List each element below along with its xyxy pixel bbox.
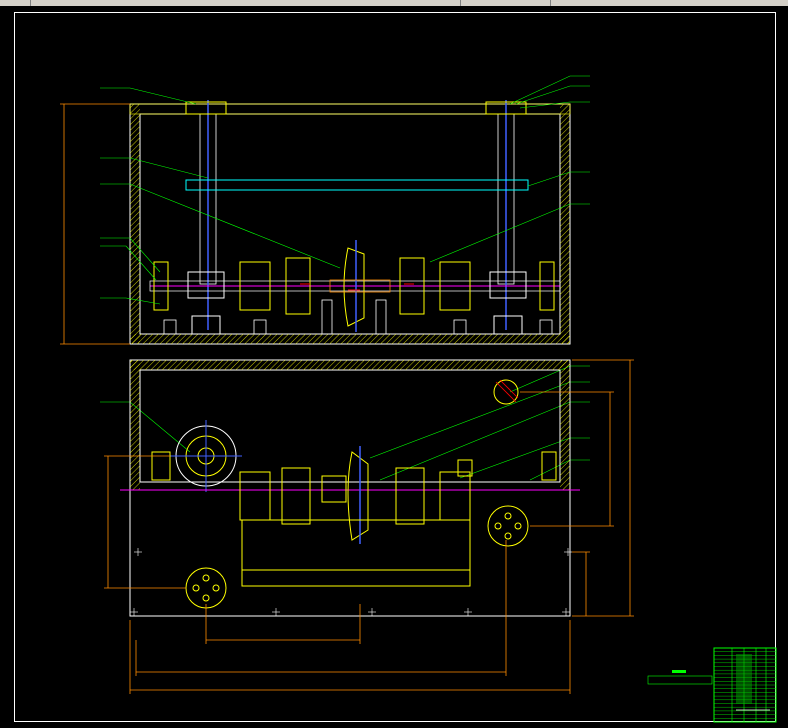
motor-pulley bbox=[170, 420, 242, 492]
wall-hatch bbox=[560, 360, 570, 490]
sub-frame bbox=[241, 519, 471, 587]
worm-gear-top bbox=[347, 446, 369, 544]
dimension-lines bbox=[104, 359, 634, 694]
red-markers bbox=[300, 283, 414, 291]
leader-lines-right bbox=[369, 75, 590, 481]
top-view bbox=[104, 359, 634, 694]
wall-hatch bbox=[130, 360, 570, 370]
title-block bbox=[647, 647, 777, 723]
notes-box bbox=[647, 675, 713, 685]
gearbox-components bbox=[151, 451, 557, 525]
shaft-section bbox=[493, 379, 519, 405]
wall-hatch-right bbox=[560, 104, 570, 344]
flange-right bbox=[487, 505, 529, 547]
notes-mark bbox=[672, 670, 686, 673]
wall-hatch bbox=[130, 360, 140, 490]
cross-beam bbox=[185, 179, 529, 191]
housing-outer bbox=[129, 103, 571, 345]
cad-drawing-canvas[interactable] bbox=[0, 0, 788, 728]
base-outer bbox=[129, 359, 571, 617]
dimension-height bbox=[60, 103, 130, 345]
flange-left bbox=[185, 567, 227, 609]
top-plate bbox=[129, 103, 571, 115]
wall-hatch-left bbox=[130, 104, 140, 344]
wall-hatch-bottom bbox=[130, 334, 570, 344]
cad-application bbox=[0, 0, 788, 728]
housing-inner bbox=[139, 113, 561, 335]
